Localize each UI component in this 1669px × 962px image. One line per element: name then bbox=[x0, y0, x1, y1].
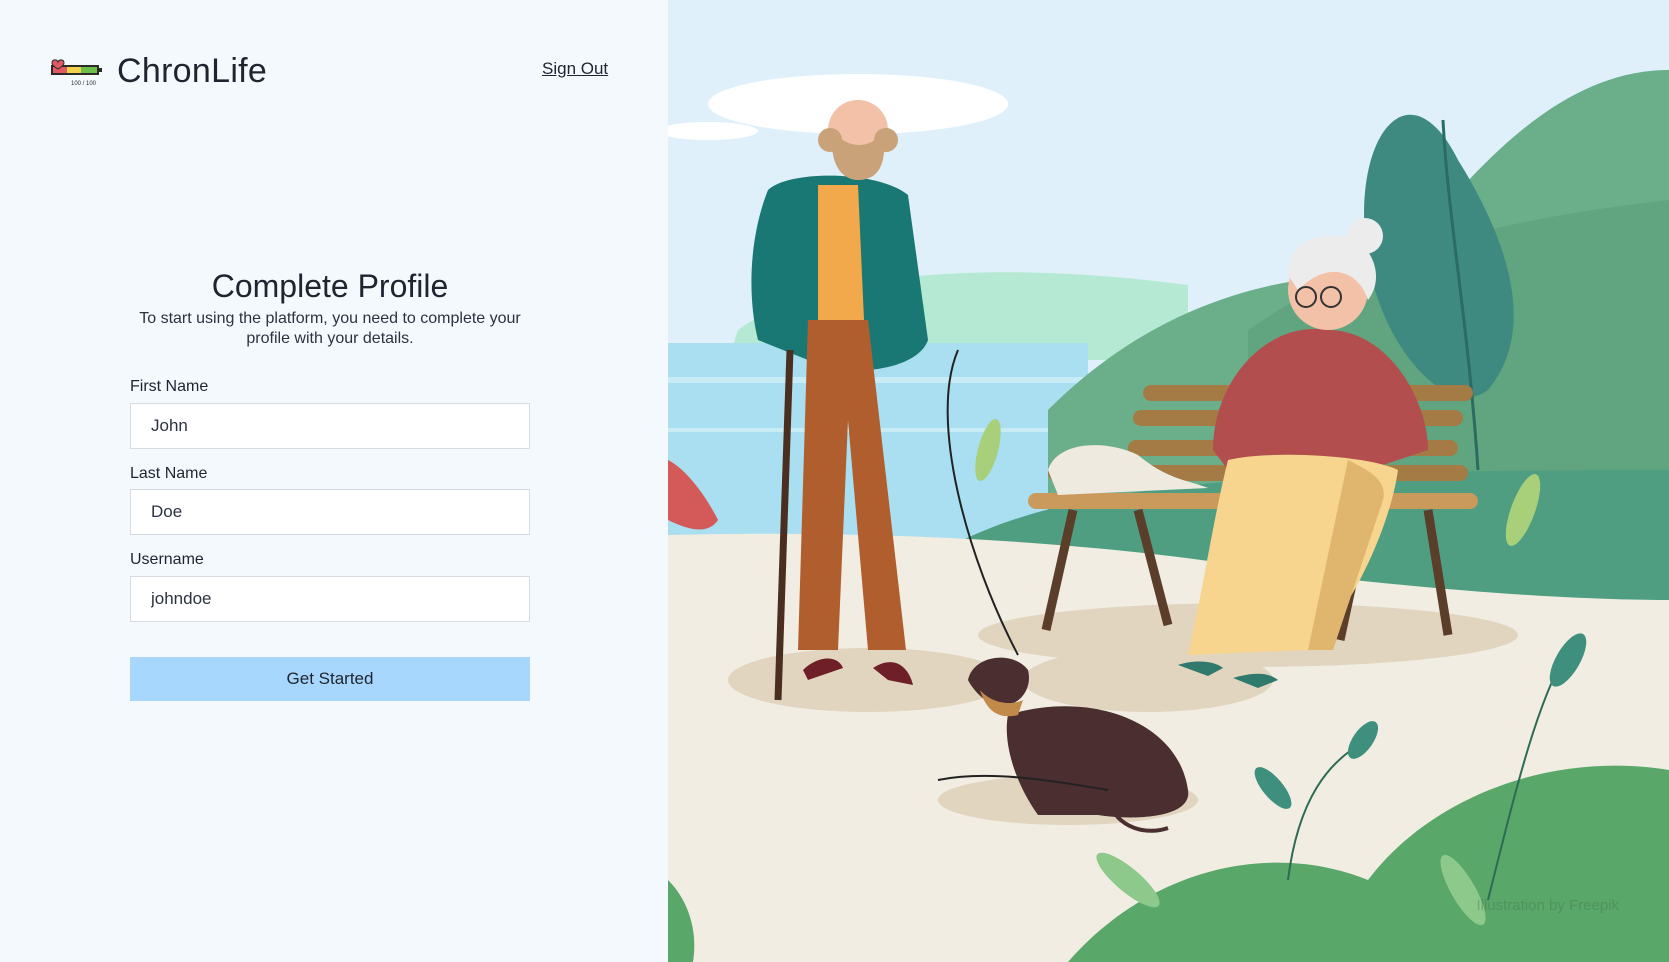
sign-out-link[interactable]: Sign Out bbox=[542, 59, 608, 79]
page-title: Complete Profile bbox=[211, 268, 449, 304]
logo-caption: 100 / 100 bbox=[71, 81, 97, 87]
page-subtitle: To start using the platform, you need to… bbox=[139, 310, 521, 347]
app-logo: 100 / 100 ChronLife bbox=[49, 52, 267, 91]
get-started-button[interactable]: Get Started bbox=[130, 657, 530, 701]
hero-illustration: Illustration by Freepik bbox=[668, 0, 1669, 962]
last-name-label: Last Name bbox=[130, 465, 208, 482]
cloud-shape bbox=[668, 122, 758, 140]
battery-heart-icon: 100 / 100 bbox=[49, 57, 105, 87]
first-name-input[interactable] bbox=[130, 403, 530, 449]
park-scene-illustration bbox=[668, 70, 1669, 962]
username-input[interactable] bbox=[130, 576, 530, 622]
first-name-label: First Name bbox=[130, 378, 209, 395]
last-name-input[interactable] bbox=[130, 489, 530, 535]
profile-panel: 100 / 100 ChronLife Sign Out Complete Pr… bbox=[0, 0, 668, 962]
illustration-credit: Illustration by Freepik bbox=[1476, 897, 1619, 914]
app-name: ChronLife bbox=[117, 52, 268, 90]
username-label: Username bbox=[130, 551, 204, 568]
